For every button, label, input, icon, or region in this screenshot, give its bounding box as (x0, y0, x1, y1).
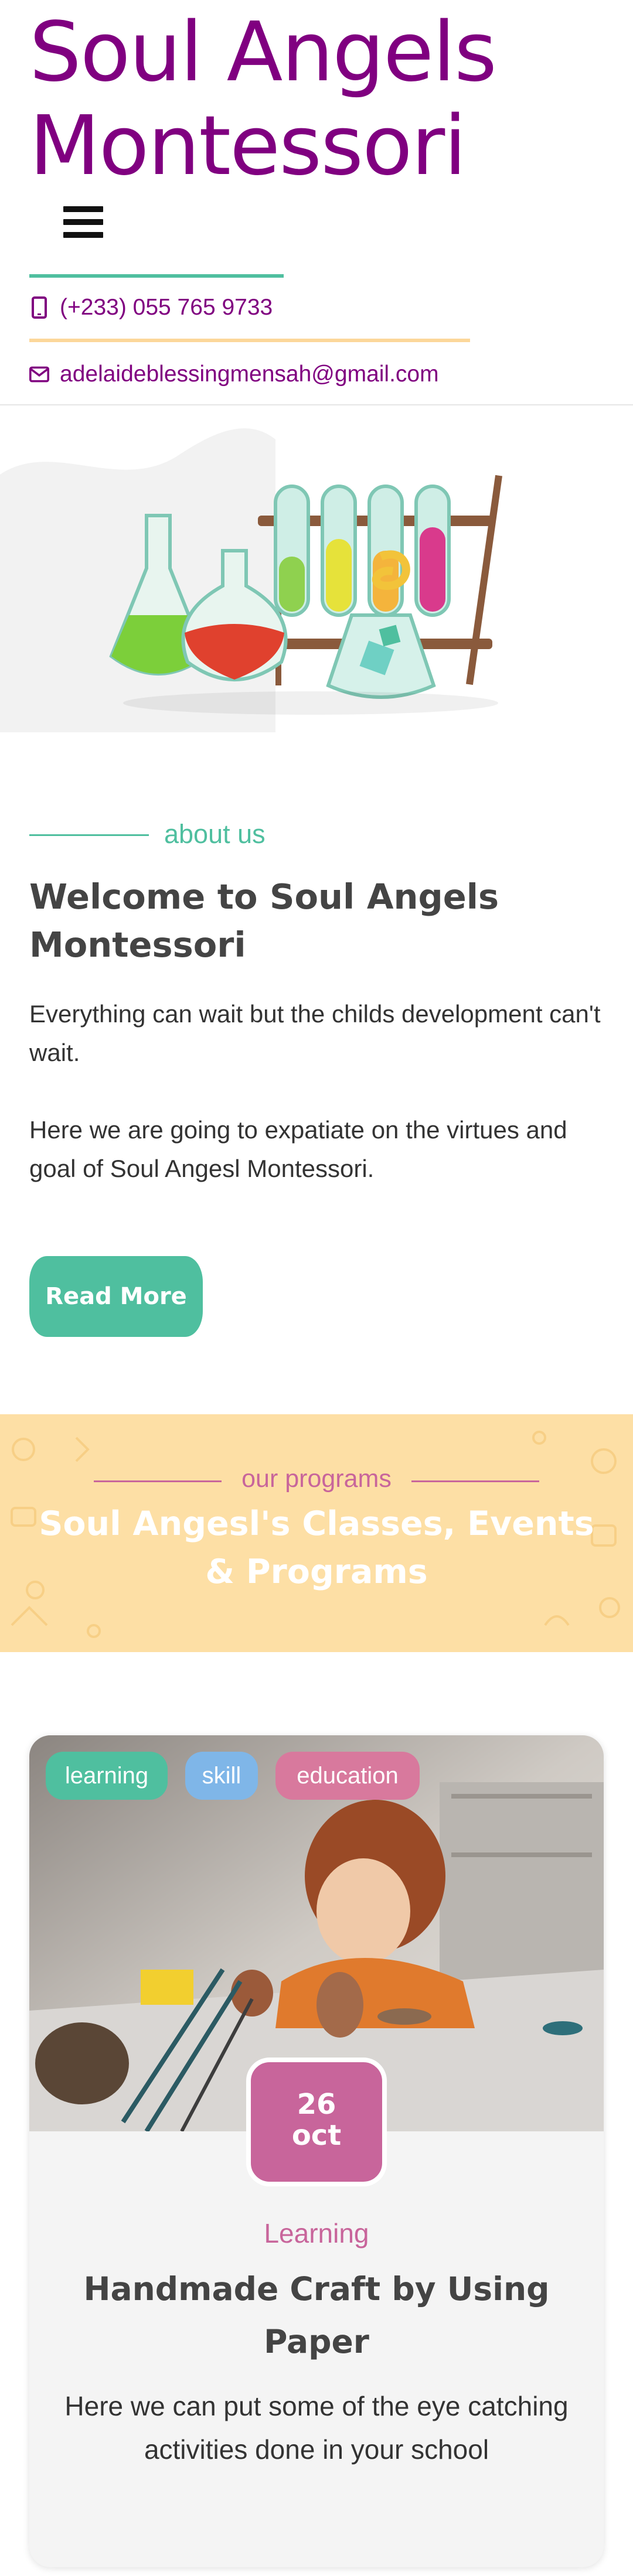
about-label-line (29, 834, 149, 836)
about-section-label: about us (164, 819, 266, 849)
hamburger-menu-icon[interactable] (63, 206, 103, 238)
envelope-icon (29, 363, 49, 386)
divider-yellow (29, 339, 470, 342)
about-paragraph-2: Here we are going to expatiate on the vi… (29, 1116, 567, 1182)
event-date-day: 26 (297, 2088, 336, 2121)
read-more-button[interactable]: Read More (29, 1256, 203, 1337)
card-description: Here we can put some of the eye catching… (64, 2391, 569, 2465)
science-lab-illustration (109, 475, 502, 715)
programs-section-label: our programs (241, 1465, 392, 1493)
card-title[interactable]: Handmade Craft by Using Paper (64, 2263, 569, 2368)
event-date-badge: 26 oct (246, 2058, 387, 2186)
phone-link[interactable]: (+233) 055 765 9733 (29, 293, 273, 322)
tag-skill[interactable]: skill (185, 1752, 258, 1800)
card-category[interactable]: Learning (29, 2217, 604, 2250)
mobile-phone-icon (29, 296, 49, 319)
menu-bar-1 (63, 206, 103, 212)
email-address: adelaideblessingmensah@gmail.com (60, 361, 439, 387)
event-date-month: oct (291, 2119, 342, 2152)
programs-title: Soul Angesl's Classes, Events & Programs (39, 1504, 594, 1591)
about-title: Welcome to Soul Angels Montessori (29, 876, 499, 965)
menu-bar-3 (63, 232, 103, 238)
phone-number: (+233) 055 765 9733 (60, 295, 273, 320)
email-link[interactable]: adelaideblessingmensah@gmail.com (29, 360, 439, 389)
about-paragraph-1: Everything can wait but the childs devel… (29, 1000, 601, 1066)
program-card[interactable]: learning skill education 26 oct Learning… (29, 1735, 604, 2567)
tag-learning[interactable]: learning (46, 1752, 168, 1800)
divider-teal (29, 274, 284, 278)
menu-bar-2 (63, 219, 103, 225)
programs-label-line-right (411, 1480, 539, 1482)
site-title[interactable]: Soul Angels Montessori (29, 6, 557, 193)
tag-education[interactable]: education (275, 1752, 420, 1800)
